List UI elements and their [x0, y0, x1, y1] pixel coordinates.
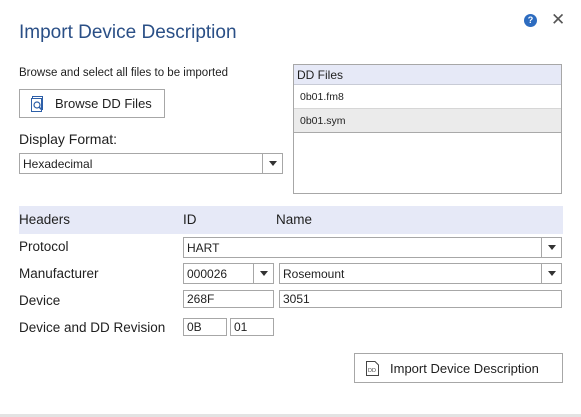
chevron-down-icon[interactable]: [541, 238, 561, 257]
device-name-field[interactable]: 3051: [279, 290, 562, 308]
browse-instruction: Browse and select all files to be import…: [19, 67, 229, 79]
dd-files-list[interactable]: DD Files 0b01.fm8 0b01.sym: [293, 64, 562, 194]
import-button-label: Import Device Description: [390, 360, 539, 376]
list-item[interactable]: 0b01.fm8: [294, 85, 561, 109]
import-device-description-button[interactable]: DD Import Device Description: [354, 353, 563, 383]
svg-text:DD: DD: [368, 368, 376, 374]
dialog-title: Import Device Description: [19, 22, 237, 43]
browse-button-label: Browse DD Files: [55, 96, 152, 111]
list-item[interactable]: 0b01.sym: [294, 109, 561, 133]
display-format-value: Hexadecimal: [23, 156, 93, 171]
dd-revision-field[interactable]: 01: [230, 318, 274, 336]
name-column-label: Name: [276, 212, 313, 227]
browse-dd-files-button[interactable]: Browse DD Files: [19, 89, 165, 118]
manufacturer-name-select[interactable]: Rosemount: [279, 263, 562, 284]
manufacturer-id-select[interactable]: 000026: [183, 263, 274, 284]
dd-files-header: DD Files: [294, 65, 561, 85]
display-format-select[interactable]: Hexadecimal: [19, 153, 283, 174]
device-label: Device: [19, 293, 61, 308]
close-icon[interactable]: ✕: [551, 10, 565, 30]
protocol-value: HART: [187, 240, 220, 255]
device-id-field[interactable]: 268F: [183, 290, 274, 308]
manufacturer-id-value: 000026: [187, 266, 228, 281]
revision-label: Device and DD Revision: [19, 320, 166, 335]
chevron-down-icon[interactable]: [262, 154, 282, 173]
device-revision-field[interactable]: 0B: [183, 318, 227, 336]
manufacturer-label: Manufacturer: [19, 266, 99, 281]
manufacturer-name-value: Rosemount: [283, 266, 345, 281]
id-column-label: ID: [183, 212, 197, 227]
chevron-down-icon[interactable]: [541, 264, 561, 283]
protocol-select[interactable]: HART: [183, 237, 562, 258]
protocol-label: Protocol: [19, 239, 69, 254]
display-format-label: Display Format:: [19, 131, 118, 147]
chevron-down-icon[interactable]: [253, 264, 273, 283]
headers-column-label: Headers: [19, 212, 71, 227]
browse-file-icon: [31, 95, 46, 112]
help-icon[interactable]: ?: [524, 14, 537, 27]
dd-file-icon: DD: [366, 360, 379, 376]
